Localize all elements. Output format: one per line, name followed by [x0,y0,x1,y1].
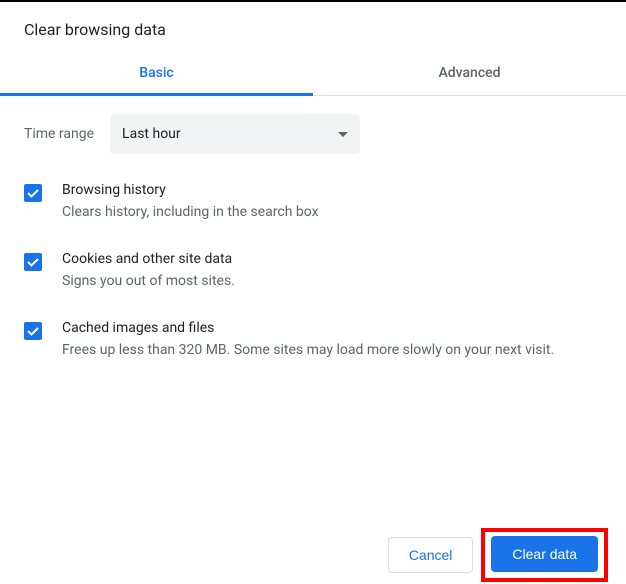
dialog-content: Time range Last hour Browsing history Cl… [0,96,626,361]
tab-advanced[interactable]: Advanced [313,51,626,95]
option-cookies: Cookies and other site data Signs you ou… [24,251,602,292]
option-title: Cached images and files [62,320,554,336]
checkbox-cookies[interactable] [24,253,42,271]
time-range-label: Time range [24,126,94,142]
tab-basic[interactable]: Basic [0,51,313,95]
time-range-row: Time range Last hour [24,114,602,154]
option-title: Cookies and other site data [62,251,235,267]
time-range-select[interactable]: Last hour [110,114,360,154]
option-desc: Signs you out of most sites. [62,271,235,292]
highlight-annotation: Clear data [481,528,608,582]
option-title: Browsing history [62,182,319,198]
checkbox-cache[interactable] [24,322,42,340]
tabs: Basic Advanced [0,51,626,96]
clear-data-button[interactable]: Clear data [491,536,598,572]
cancel-button[interactable]: Cancel [388,537,474,573]
chevron-down-icon [338,126,348,142]
checkbox-browsing-history[interactable] [24,184,42,202]
dialog-title: Clear browsing data [0,2,626,51]
option-cache: Cached images and files Frees up less th… [24,320,602,361]
check-icon [26,186,40,200]
dialog-footer: Cancel Clear data [388,528,608,582]
option-desc: Clears history, including in the search … [62,202,319,223]
option-browsing-history: Browsing history Clears history, includi… [24,182,602,223]
check-icon [26,324,40,338]
option-desc: Frees up less than 320 MB. Some sites ma… [62,340,554,361]
check-icon [26,255,40,269]
time-range-value: Last hour [122,126,181,142]
